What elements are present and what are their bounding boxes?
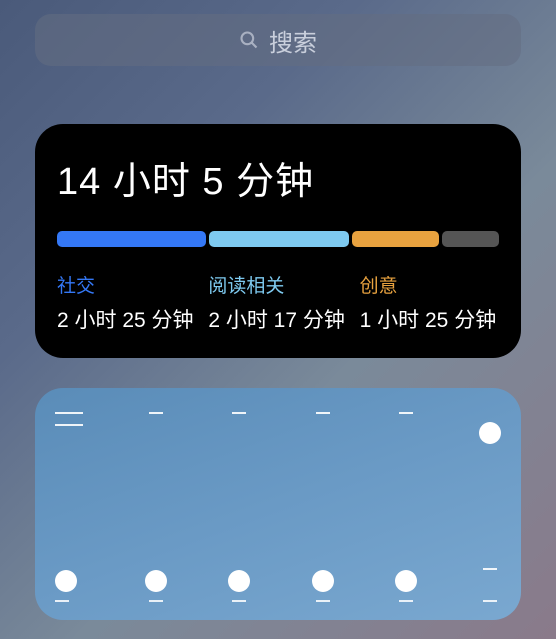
- category-list: 社交 2 小时 25 分钟 阅读相关 2 小时 17 分钟 创意 1 小时 25…: [57, 271, 499, 334]
- category-label: 创意: [360, 271, 499, 298]
- weather-condition-icon: [395, 570, 417, 592]
- weather-condition-icon: [145, 570, 167, 592]
- weather-placeholder-line: [232, 600, 246, 602]
- weather-placeholder-line: [149, 600, 163, 602]
- search-bar[interactable]: 搜索: [35, 14, 521, 66]
- weather-condition-icon: [312, 570, 334, 592]
- bar-segment-creative: [352, 231, 440, 247]
- weather-hour-col: [312, 412, 334, 602]
- search-icon: [239, 30, 259, 50]
- weather-placeholder-line: [483, 568, 497, 570]
- weather-condition-icon: [479, 422, 501, 444]
- weather-hour-col: [479, 412, 501, 602]
- weather-hour-col: [145, 412, 167, 602]
- weather-hour-col: [395, 412, 417, 602]
- category-reading: 阅读相关 2 小时 17 分钟: [208, 271, 347, 334]
- category-label: 阅读相关: [208, 271, 347, 298]
- weather-placeholder-line: [399, 600, 413, 602]
- weather-placeholder-line: [399, 412, 413, 414]
- bar-segment-social: [57, 231, 206, 247]
- weather-placeholder-line: [316, 600, 330, 602]
- category-time: 2 小时 25 分钟: [57, 304, 196, 334]
- weather-hour-col: [228, 412, 250, 602]
- category-social: 社交 2 小时 25 分钟: [57, 271, 196, 334]
- weather-widget[interactable]: [35, 388, 521, 620]
- category-label: 社交: [57, 271, 196, 298]
- weather-placeholder-line: [316, 412, 330, 414]
- category-creative: 创意 1 小时 25 分钟: [360, 271, 499, 334]
- total-screen-time: 14 小时 5 分钟: [57, 150, 499, 205]
- search-placeholder: 搜索: [269, 23, 317, 58]
- weather-condition-icon: [228, 570, 250, 592]
- usage-bar-chart: [57, 231, 499, 247]
- weather-placeholder-line: [55, 412, 83, 414]
- weather-placeholder-line: [483, 600, 497, 602]
- weather-placeholder-line: [149, 412, 163, 414]
- weather-condition-icon: [55, 570, 77, 592]
- weather-placeholder-line: [55, 600, 69, 602]
- category-time: 1 小时 25 分钟: [360, 304, 499, 334]
- weather-placeholder-line: [55, 424, 83, 426]
- bar-segment-other: [442, 231, 499, 247]
- weather-placeholder-line: [232, 412, 246, 414]
- screen-time-widget[interactable]: 14 小时 5 分钟 社交 2 小时 25 分钟 阅读相关 2 小时 17 分钟…: [35, 124, 521, 358]
- weather-hour-col: [55, 412, 83, 602]
- bar-segment-reading: [209, 231, 348, 247]
- category-time: 2 小时 17 分钟: [208, 304, 347, 334]
